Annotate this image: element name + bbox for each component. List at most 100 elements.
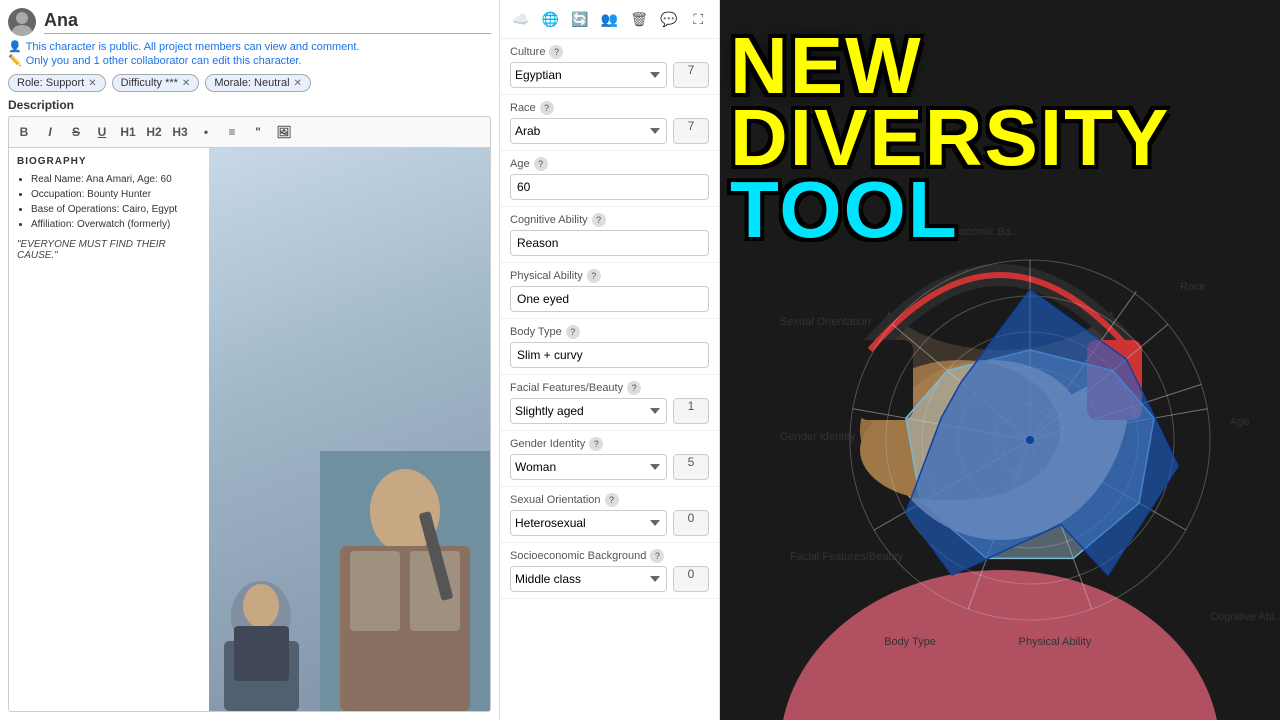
field-orientation: Sexual Orientation ? Heterosexual 0 xyxy=(500,487,719,543)
bold-button[interactable]: B xyxy=(13,121,35,143)
bio-quote: "EVERYONE MUST FIND THEIR CAUSE." xyxy=(17,239,201,261)
radar-label-age: Age xyxy=(1230,416,1250,428)
age-info[interactable]: ? xyxy=(534,157,548,171)
right-panel: Socioeconomic Ba... Race Age Cognitive A… xyxy=(720,0,1280,720)
tag-remove-morale[interactable]: ✕ xyxy=(294,78,302,89)
title-diversity: DIVERSITY xyxy=(730,102,1280,174)
editor-area[interactable]: BIOGRAPHY Real Name: Ana Amari, Age: 60 … xyxy=(8,147,491,712)
trash-icon[interactable]: 🗑 xyxy=(628,8,650,30)
title-new: NEW xyxy=(730,30,1280,102)
physical-input[interactable] xyxy=(510,286,709,312)
refresh-icon[interactable]: 🔄 xyxy=(569,8,591,30)
expand-icon[interactable]: ⛶ xyxy=(687,8,709,30)
socioeconomic-select[interactable]: Middle class xyxy=(510,566,667,592)
strike-button[interactable]: S xyxy=(65,121,87,143)
users-icon[interactable]: 👥 xyxy=(599,8,621,30)
cognitive-info[interactable]: ? xyxy=(592,213,606,227)
field-body-type: Body Type ? xyxy=(500,319,719,375)
edit-notice: ✏️ Only you and 1 other collaborator can… xyxy=(8,54,491,67)
tag-remove-difficulty[interactable]: ✕ xyxy=(182,78,190,89)
socioeconomic-info[interactable]: ? xyxy=(650,549,664,563)
cloud-icon[interactable]: ☁️ xyxy=(510,8,532,30)
character-name: Ana xyxy=(44,10,491,34)
age-input[interactable] xyxy=(510,174,709,200)
bio-item-2: Occupation: Bounty Hunter xyxy=(31,188,201,201)
field-race: Race ? Arab 7 xyxy=(500,95,719,151)
radar-label-gender: Gender Identity xyxy=(780,431,856,443)
radar-label-bodytype: Body Type xyxy=(884,636,936,648)
culture-number: 7 xyxy=(673,62,709,88)
description-label: Description xyxy=(8,98,491,112)
socioeconomic-number: 0 xyxy=(673,566,709,592)
left-panel: Ana 👤 This character is public. All proj… xyxy=(0,0,500,720)
facial-select[interactable]: Slightly aged xyxy=(510,398,667,424)
bio-item-4: Affiliation: Overwatch (formerly) xyxy=(31,218,201,231)
bio-image xyxy=(209,148,490,711)
ul-button[interactable]: • xyxy=(195,121,217,143)
tags-row: Role: Support ✕ Difficulty *** ✕ Morale:… xyxy=(8,74,491,92)
race-number: 7 xyxy=(673,118,709,144)
h1-button[interactable]: H1 xyxy=(117,121,139,143)
radar-label-facial: Facial Features/Beauty xyxy=(790,551,904,563)
underline-button[interactable]: U xyxy=(91,121,113,143)
edit-icon: ✏️ xyxy=(8,54,22,67)
field-cognitive: Cognitive Ability ? xyxy=(500,207,719,263)
title-overlay: NEW DIVERSITY TOOL xyxy=(730,30,1280,246)
facial-info[interactable]: ? xyxy=(627,381,641,395)
bio-title: BIOGRAPHY xyxy=(17,156,201,167)
culture-info[interactable]: ? xyxy=(549,45,563,59)
bio-item-3: Base of Operations: Cairo, Egypt xyxy=(31,203,201,216)
avatar xyxy=(8,8,36,36)
physical-info[interactable]: ? xyxy=(587,269,601,283)
h2-button[interactable]: H2 xyxy=(143,121,165,143)
image-button[interactable]: 🖼 xyxy=(273,121,295,143)
char-header: Ana xyxy=(8,8,491,36)
gender-info[interactable]: ? xyxy=(589,437,603,451)
race-select[interactable]: Arab xyxy=(510,118,667,144)
race-info[interactable]: ? xyxy=(540,101,554,115)
facial-number: 1 xyxy=(673,398,709,424)
cognitive-input[interactable] xyxy=(510,230,709,256)
bio-item-1: Real Name: Ana Amari, Age: 60 xyxy=(31,173,201,186)
radar-label-orientation: Sexual Orientation xyxy=(780,316,871,328)
culture-select[interactable]: Egyptian xyxy=(510,62,667,88)
h3-button[interactable]: H3 xyxy=(169,121,191,143)
tag-morale[interactable]: Morale: Neutral ✕ xyxy=(205,74,311,92)
orientation-info[interactable]: ? xyxy=(605,493,619,507)
info-icon: 👤 xyxy=(8,40,22,53)
body-type-input[interactable] xyxy=(510,342,709,368)
body-type-info[interactable]: ? xyxy=(566,325,580,339)
middle-toolbar: ☁️ 🌐 🔄 👥 🗑 💬 ⛶ xyxy=(500,0,719,39)
field-socioeconomic: Socioeconomic Background ? Middle class … xyxy=(500,543,719,599)
biography-section: BIOGRAPHY Real Name: Ana Amari, Age: 60 … xyxy=(9,148,490,711)
title-tool: TOOL xyxy=(730,174,1280,246)
radar-label-cognitive: Cognitive Abi... xyxy=(1210,611,1280,623)
orientation-select[interactable]: Heterosexual xyxy=(510,510,667,536)
bio-list: Real Name: Ana Amari, Age: 60 Occupation… xyxy=(17,173,201,231)
middle-panel: ☁️ 🌐 🔄 👥 🗑 💬 ⛶ Culture ? Egyptian 7 Race… xyxy=(500,0,720,720)
italic-button[interactable]: I xyxy=(39,121,61,143)
ol-button[interactable]: ≡ xyxy=(221,121,243,143)
radar-chart: Socioeconomic Ba... Race Age Cognitive A… xyxy=(770,180,1280,700)
editor-toolbar: B I S U H1 H2 H3 • ≡ " 🖼 xyxy=(8,116,491,147)
portrait-small xyxy=(214,571,309,711)
field-facial: Facial Features/Beauty ? Slightly aged 1 xyxy=(500,375,719,431)
orientation-number: 0 xyxy=(673,510,709,536)
gender-select[interactable]: Woman xyxy=(510,454,667,480)
field-culture: Culture ? Egyptian 7 xyxy=(500,39,719,95)
radar-label-physical: Physical Ability xyxy=(1019,636,1092,648)
field-physical: Physical Ability ? xyxy=(500,263,719,319)
field-age: Age ? xyxy=(500,151,719,207)
tag-role[interactable]: Role: Support ✕ xyxy=(8,74,106,92)
public-notice: 👤 This character is public. All project … xyxy=(8,40,491,53)
bio-text: BIOGRAPHY Real Name: Ana Amari, Age: 60 … xyxy=(9,148,209,711)
gender-number: 5 xyxy=(673,454,709,480)
tag-remove-role[interactable]: ✕ xyxy=(88,78,96,89)
field-gender: Gender Identity ? Woman 5 xyxy=(500,431,719,487)
radar-label-race: Race xyxy=(1180,281,1206,293)
quote-button[interactable]: " xyxy=(247,121,269,143)
chat-icon[interactable]: 💬 xyxy=(658,8,680,30)
tag-difficulty[interactable]: Difficulty *** ✕ xyxy=(112,74,200,92)
globe-icon[interactable]: 🌐 xyxy=(540,8,562,30)
portrait-large xyxy=(320,451,490,711)
